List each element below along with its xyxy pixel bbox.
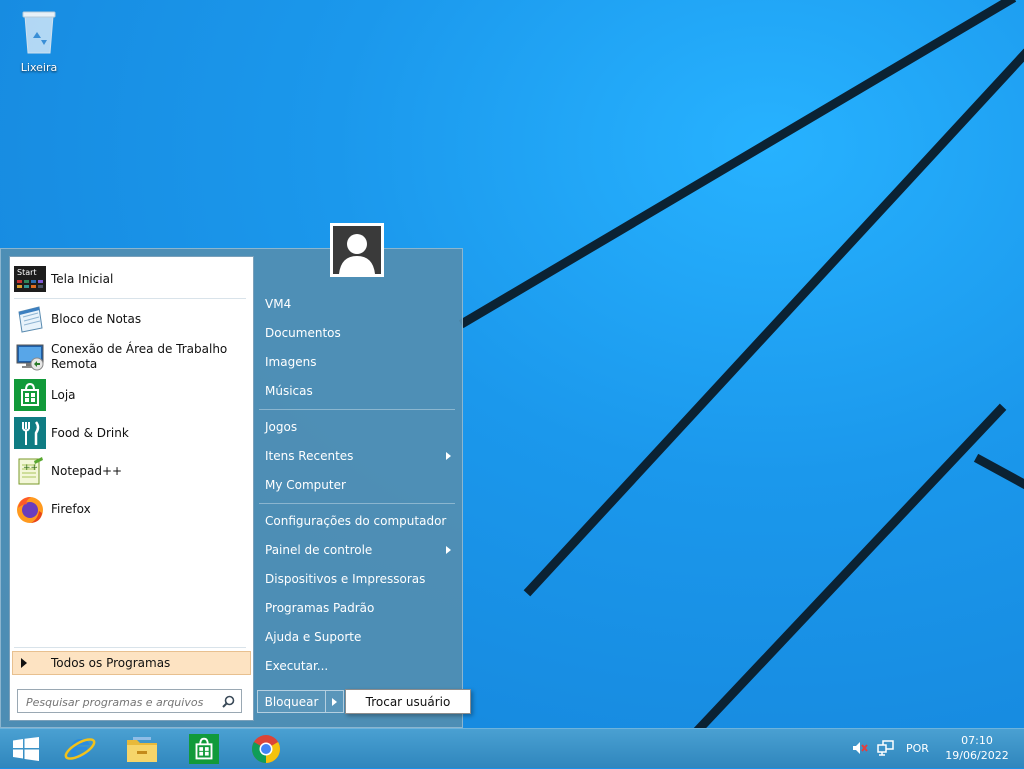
start-menu: Start Tela Inicial Bloco de Notas Conexã… xyxy=(0,248,463,728)
start-menu-left-panel: Start Tela Inicial Bloco de Notas Conexã… xyxy=(9,256,254,721)
pinned-item-notepad[interactable]: Bloco de Notas xyxy=(14,303,250,335)
taskbar-file-explorer[interactable] xyxy=(116,729,168,769)
right-item-games[interactable]: Jogos xyxy=(265,420,297,434)
recycle-bin-icon xyxy=(22,11,56,54)
pinned-item-label: Tela Inicial xyxy=(51,271,114,286)
internet-explorer-icon xyxy=(64,738,96,760)
start-screen-icon: Start xyxy=(14,263,46,295)
right-item-default-programs[interactable]: Programas Padrão xyxy=(265,601,374,615)
right-item-pictures[interactable]: Imagens xyxy=(265,355,316,369)
food-drink-icon xyxy=(14,417,46,449)
pinned-item-store[interactable]: Loja xyxy=(14,379,250,411)
pinned-item-remote-desktop[interactable]: Conexão de Área de Trabalho Remota xyxy=(14,341,250,373)
recycle-bin-shortcut[interactable]: Lixeira xyxy=(12,6,66,74)
pinned-item-label: Notepad++ xyxy=(51,463,123,478)
start-tile-text: Start xyxy=(17,268,37,277)
pinned-item-label-multiline: Conexão de Área de Trabalho Remota xyxy=(51,342,227,372)
language-indicator[interactable]: POR xyxy=(906,742,929,755)
svg-text:++: ++ xyxy=(23,463,38,473)
right-item-control-panel[interactable]: Painel de controle xyxy=(265,543,372,557)
windows-start-icon xyxy=(13,737,39,761)
user-silhouette-icon xyxy=(333,226,381,274)
chrome-icon xyxy=(252,735,280,763)
taskbar-internet-explorer[interactable] xyxy=(54,729,106,769)
network-icon[interactable] xyxy=(877,740,895,759)
submenu-arrow-icon xyxy=(446,546,451,554)
notepad-icon xyxy=(14,303,46,335)
left-panel-separator xyxy=(14,298,246,299)
wallpaper-line-4 xyxy=(973,453,1024,490)
pinned-item-firefox[interactable]: Firefox xyxy=(14,493,250,525)
pinned-item-label: Firefox xyxy=(51,501,91,516)
pinned-item-label: Loja xyxy=(51,387,76,402)
pinned-item-start-screen[interactable]: Start Tela Inicial xyxy=(14,263,250,295)
file-explorer-icon xyxy=(127,737,157,762)
right-item-documents[interactable]: Documentos xyxy=(265,326,341,340)
clock-time: 07:10 xyxy=(961,734,993,747)
right-item-pc-settings[interactable]: Configurações do computador xyxy=(265,514,446,528)
remote-desktop-icon xyxy=(14,341,46,373)
store-icon xyxy=(189,734,219,764)
store-icon xyxy=(14,379,46,411)
start-button[interactable] xyxy=(0,729,52,769)
right-panel-separator xyxy=(259,503,455,504)
wallpaper-line-3 xyxy=(693,403,1007,728)
pinned-item-label: Food & Drink xyxy=(51,425,129,440)
right-item-devices-printers[interactable]: Dispositivos e Impressoras xyxy=(265,572,425,586)
left-panel-separator-bottom xyxy=(14,647,246,648)
right-item-my-computer[interactable]: My Computer xyxy=(265,478,346,492)
search-box[interactable] xyxy=(17,689,242,713)
taskbar: POR xyxy=(0,728,1024,768)
right-item-help-support[interactable]: Ajuda e Suporte xyxy=(265,630,361,644)
search-icon[interactable] xyxy=(222,695,235,711)
pinned-item-food-drink[interactable]: Food & Drink xyxy=(14,417,250,449)
right-item-run[interactable]: Executar... xyxy=(265,659,328,673)
taskbar-chrome[interactable] xyxy=(240,729,292,769)
all-programs-label: Todos os Programas xyxy=(51,656,171,670)
lock-button[interactable]: Bloquear xyxy=(257,690,326,713)
switch-user-menu-item[interactable]: Trocar usuário xyxy=(345,689,471,714)
right-item-vm4[interactable]: VM4 xyxy=(265,297,291,311)
clock[interactable]: 07:10 19/06/2022 xyxy=(940,733,1014,763)
power-options-arrow-button[interactable] xyxy=(326,690,344,713)
user-avatar[interactable] xyxy=(330,223,384,277)
right-panel-separator xyxy=(259,409,455,410)
right-item-music[interactable]: Músicas xyxy=(265,384,313,398)
search-input[interactable] xyxy=(24,693,216,711)
pinned-item-notepadpp[interactable]: ++ Notepad++ xyxy=(14,455,250,487)
expand-arrow-icon xyxy=(21,658,27,668)
all-programs-button[interactable]: Todos os Programas xyxy=(12,651,251,675)
notepadpp-icon: ++ xyxy=(14,455,46,487)
submenu-arrow-icon xyxy=(446,452,451,460)
pinned-item-label: Conexão de Área de Trabalho xyxy=(51,342,228,356)
firefox-icon xyxy=(14,493,46,525)
taskbar-store[interactable] xyxy=(178,729,230,769)
right-item-recent-items[interactable]: Itens Recentes xyxy=(265,449,353,463)
clock-date: 19/06/2022 xyxy=(945,749,1009,762)
pinned-item-label-line2: Remota xyxy=(51,357,98,371)
volume-muted-icon[interactable] xyxy=(852,741,868,758)
pinned-item-label: Bloco de Notas xyxy=(51,311,142,326)
recycle-bin-label: Lixeira xyxy=(20,61,58,74)
